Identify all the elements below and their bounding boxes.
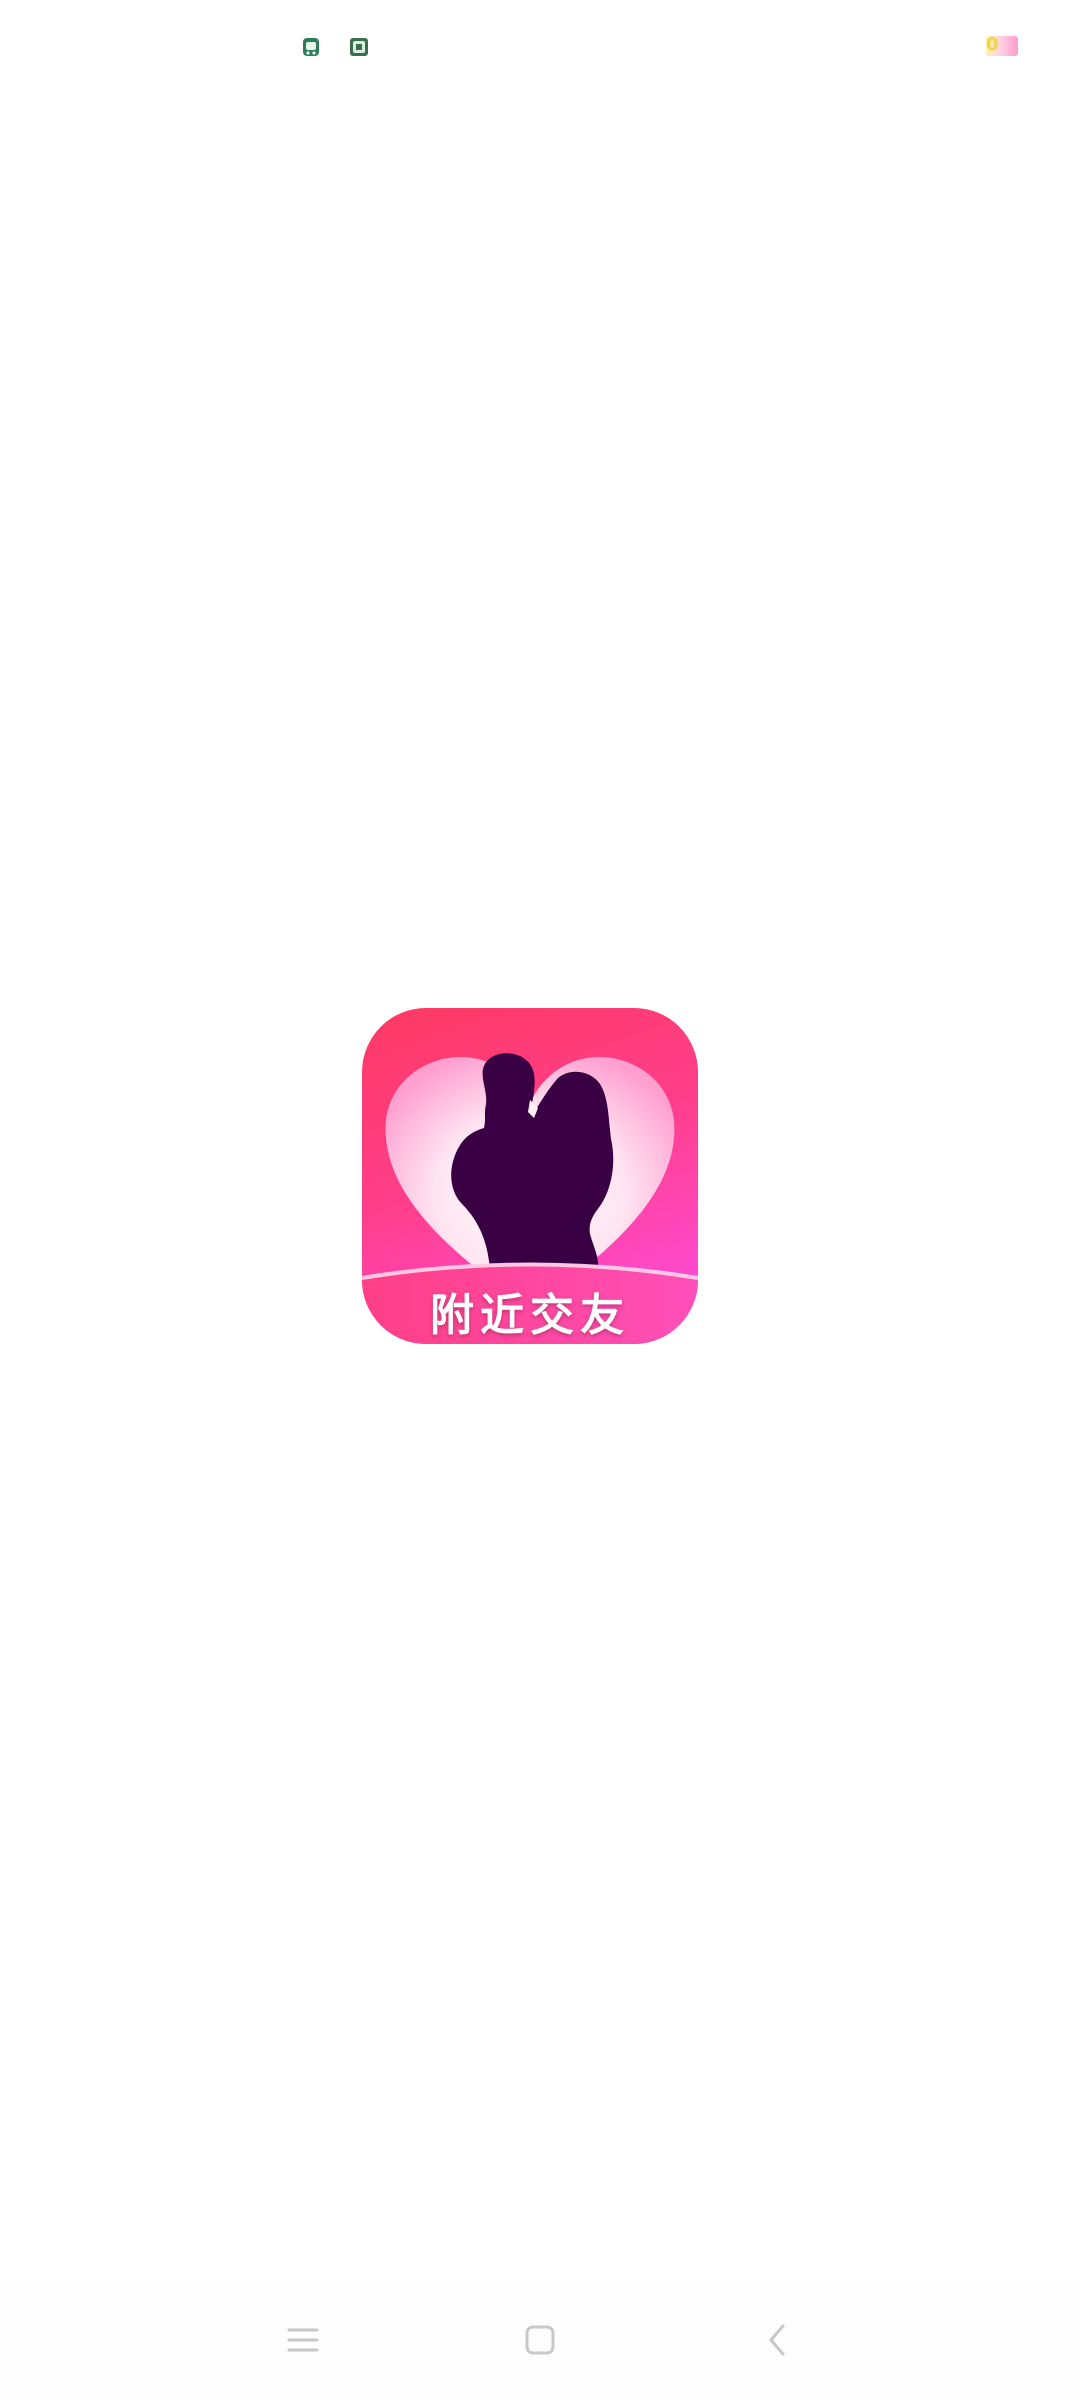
logo-caption: 附近交友	[430, 1290, 630, 1341]
menu-lines-icon	[287, 2328, 319, 2352]
home-button[interactable]	[510, 2312, 570, 2368]
system-navigation-bar	[0, 2280, 1080, 2400]
notification-app-icon	[300, 36, 322, 58]
back-chevron-icon	[769, 2324, 785, 2356]
recent-apps-button[interactable]	[273, 2312, 333, 2368]
app-logo: 附近交友	[362, 1008, 698, 1344]
status-bar: 0	[0, 0, 1080, 100]
notification-app-icon-2	[348, 36, 370, 58]
battery-indicator: 0	[986, 36, 1018, 56]
home-square-icon	[525, 2325, 555, 2355]
battery-level-text: 0	[986, 36, 999, 55]
back-button[interactable]	[747, 2312, 807, 2368]
splash-screen: 0 附近交友	[0, 0, 1080, 2400]
